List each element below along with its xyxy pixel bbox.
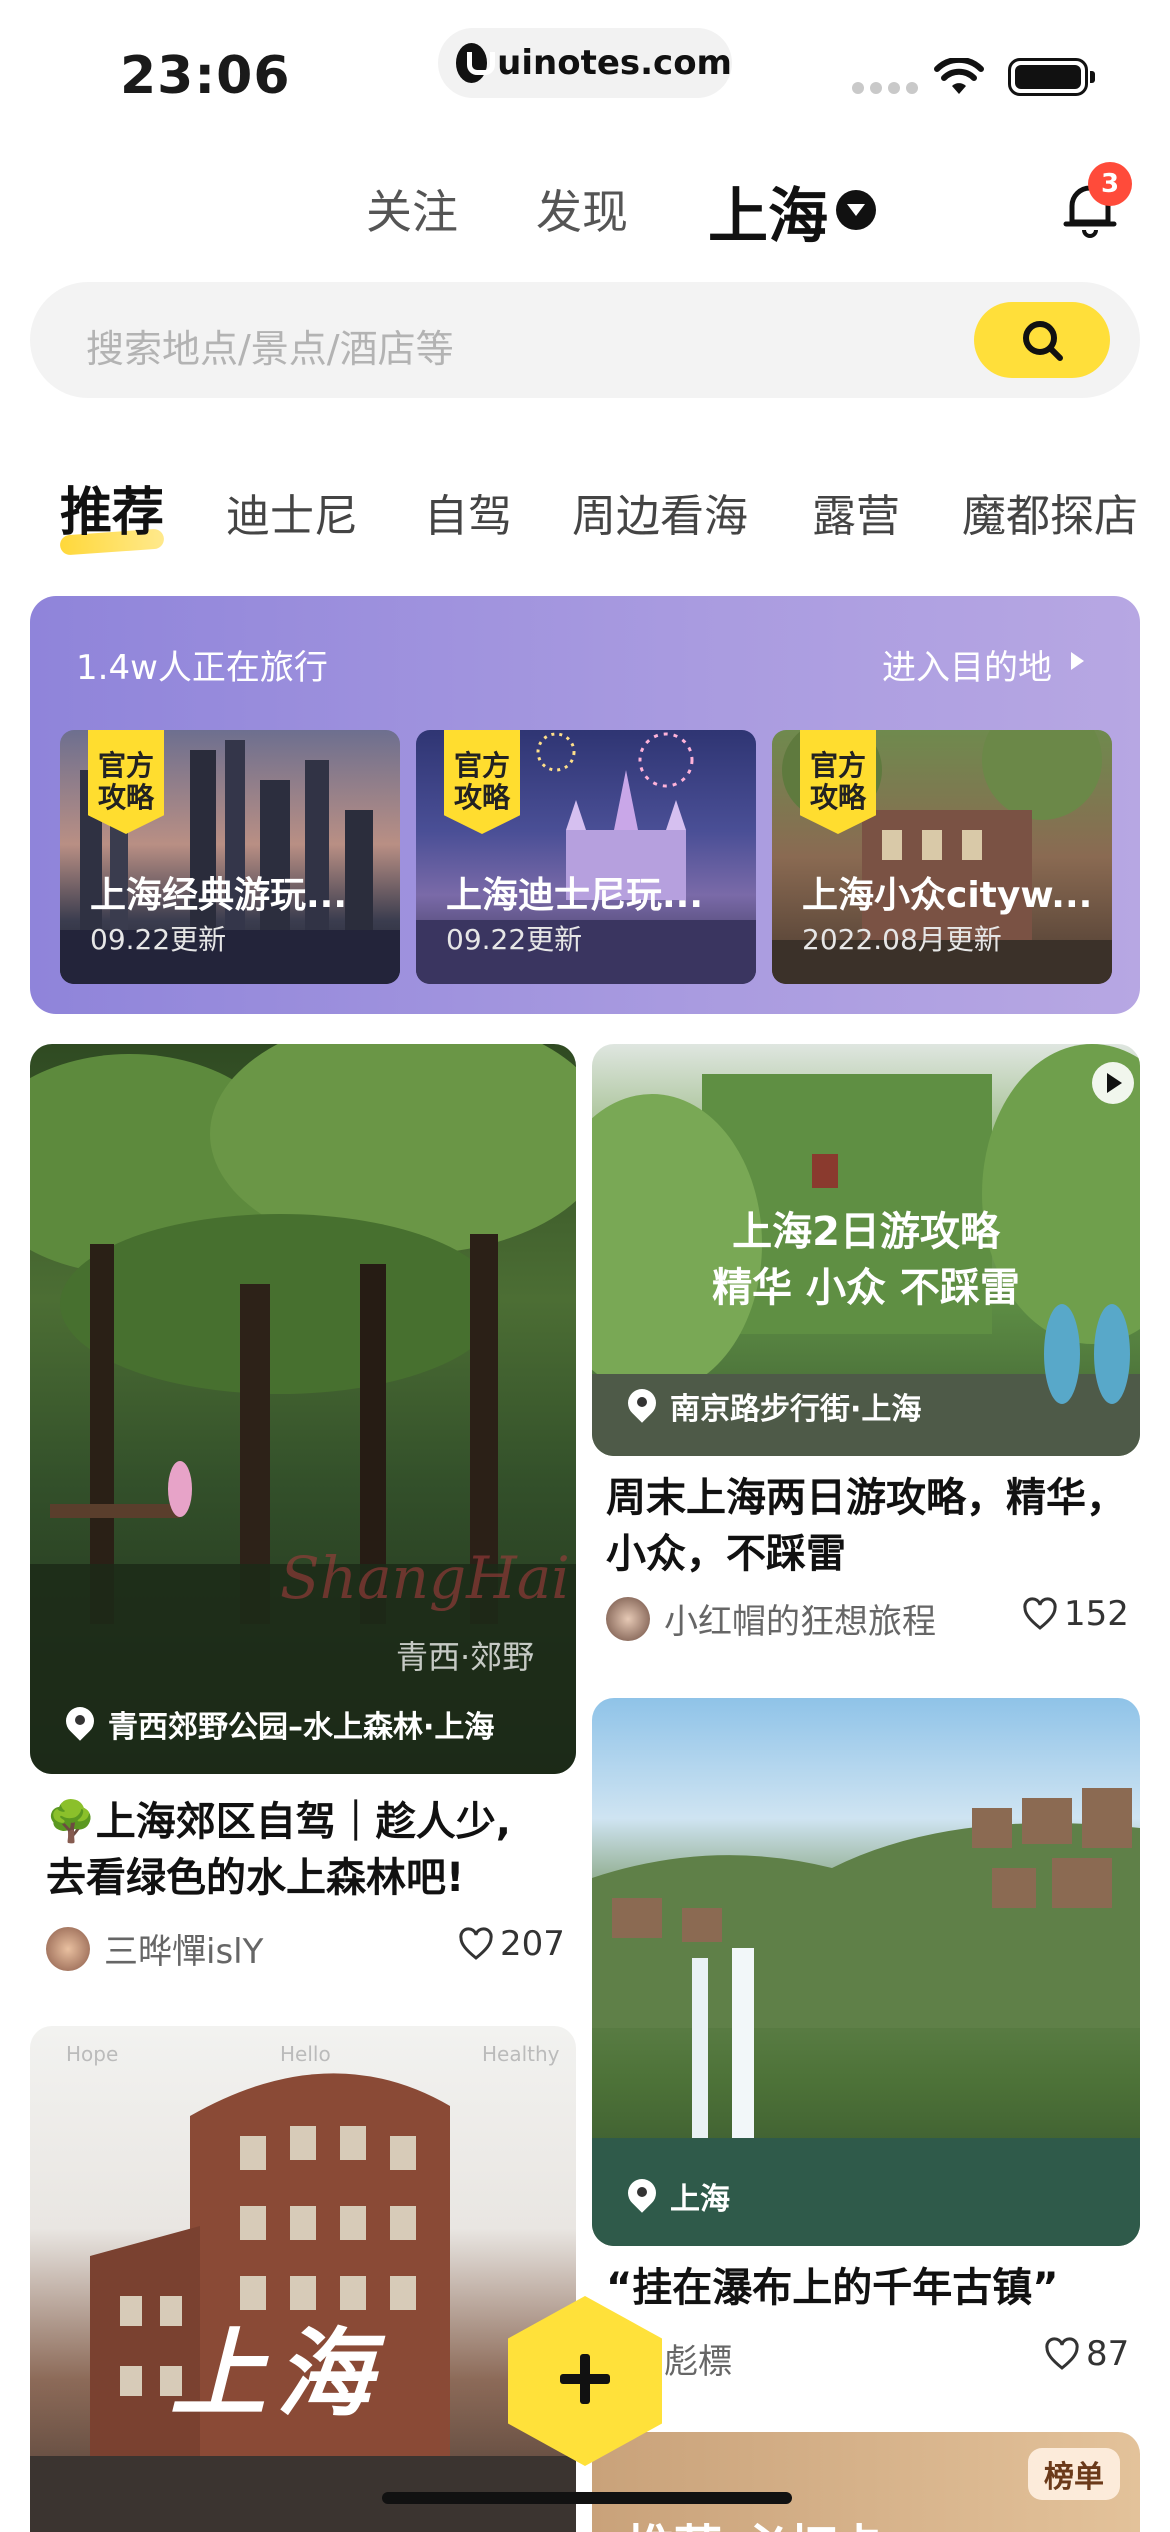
url-pill[interactable]: uinotes.com <box>438 28 732 98</box>
like-button[interactable]: 207 <box>458 1924 565 1964</box>
chevron-right-icon <box>1071 652 1084 670</box>
guide-title: 上海小众cityw... <box>802 875 1092 916</box>
video-play-icon <box>1092 1062 1134 1104</box>
search-icon <box>1023 321 1063 361</box>
status-bar: 23:06 uinotes.com <box>0 0 1170 140</box>
cellular-signal-icon <box>852 82 918 94</box>
post-image[interactable]: ShangHai 青西·郊野 青西郊野公园–水上森林·上海 <box>30 1044 576 1774</box>
category-tab-explore[interactable]: 魔都探店 <box>962 480 1138 544</box>
category-tab-selfdrive[interactable]: 自驾 <box>424 480 512 544</box>
heart-icon <box>459 1927 493 1960</box>
search-button[interactable] <box>974 302 1110 378</box>
location-pin-icon <box>628 2179 656 2213</box>
location-pin-icon <box>628 1389 656 1423</box>
post-image[interactable]: Hope Hello Healthy 上海 <box>30 2026 576 2532</box>
building-image <box>30 2073 576 2532</box>
heart-icon <box>1045 2337 1079 2370</box>
waterfall-town-image <box>592 1788 1140 2246</box>
post-title[interactable]: 🌳上海郊区自驾｜趁人少, 去看绿色的水上森林吧! <box>46 1794 566 1906</box>
official-guide-tag: 官方 攻略 <box>88 730 164 834</box>
city-selector[interactable]: 上海 <box>708 168 828 255</box>
notification-badge: 3 <box>1088 162 1132 206</box>
category-tab-seaside[interactable]: 周边看海 <box>572 480 748 544</box>
like-button[interactable]: 87 <box>1044 2334 1129 2374</box>
post-title[interactable]: “挂在瀑布上的千年古镇” <box>606 2260 1126 2316</box>
category-tab-recommend[interactable]: 推荐 <box>60 470 164 545</box>
tab-follow[interactable]: 关注 <box>366 176 458 242</box>
city-dropdown-icon[interactable] <box>836 190 876 230</box>
travelers-count: 1.4w人正在旅行 <box>76 648 328 688</box>
post-author[interactable]: 三晔憚islY <box>46 1924 263 1973</box>
enter-destination-link[interactable]: 进入目的地 <box>882 640 1052 689</box>
overlay-title: 上海 <box>170 2317 382 2430</box>
like-button[interactable]: 152 <box>1022 1594 1129 1634</box>
home-indicator <box>382 2492 792 2504</box>
guide-card[interactable]: 官方 攻略 上海经典游玩... 09.22更新 <box>60 730 400 984</box>
avatar <box>606 1596 650 1641</box>
corner-text: Hello <box>280 2042 331 2066</box>
site-logo-icon <box>456 43 496 83</box>
guide-title: 上海迪士尼玩... <box>446 875 704 916</box>
plus-icon <box>580 2354 590 2404</box>
post-title[interactable]: 周末上海两日游攻略，精华， 小众，不踩雷 <box>606 1470 1126 1582</box>
category-tab-disney[interactable]: 迪士尼 <box>226 480 358 544</box>
guide-card[interactable]: 官方 攻略 上海迪士尼玩... 09.22更新 <box>416 730 756 984</box>
ranking-badge: 榜单 <box>1028 2448 1120 2500</box>
search-bar[interactable]: 搜索地点/景点/酒店等 <box>30 282 1140 398</box>
location-pin-icon <box>66 1707 94 1741</box>
battery-icon <box>1008 58 1095 96</box>
guide-card[interactable]: 官方 攻略 上海小众cityw... 2022.08月更新 <box>772 730 1112 984</box>
tab-discover[interactable]: 发现 <box>536 176 628 242</box>
guide-updated: 09.22更新 <box>90 923 227 956</box>
guide-updated: 2022.08月更新 <box>802 923 1002 956</box>
avatar <box>46 1926 90 1971</box>
post-image[interactable]: 上海 <box>592 1698 1140 2246</box>
heart-icon <box>1023 1597 1057 1630</box>
official-guide-tag: 官方 攻略 <box>444 730 520 834</box>
url-text: uinotes.com <box>497 43 732 83</box>
overlay-headline: 推荐·必打卡 <box>626 2508 884 2532</box>
post-author[interactable]: 小红帽的狂想旅程 <box>606 1594 936 1643</box>
post-image[interactable]: 上海2日游攻略 精华 小众 不踩雷 南京路步行街·上海 <box>592 1044 1140 1456</box>
official-guide-tag: 官方 攻略 <box>800 730 876 834</box>
status-time: 23:06 <box>120 46 291 106</box>
guide-updated: 09.22更新 <box>446 923 583 956</box>
category-tab-camping[interactable]: 露营 <box>812 480 900 544</box>
overlay-caption: 青西·郊野 <box>396 1638 535 1676</box>
location-tag[interactable]: 南京路步行街·上海 <box>628 1384 921 1428</box>
wifi-icon <box>934 58 984 94</box>
corner-text: Healthy <box>482 2042 560 2066</box>
location-tag[interactable]: 上海 <box>628 2174 730 2218</box>
overlay-headline: 上海2日游攻略 精华 小众 不踩雷 <box>712 1209 1020 1311</box>
post-image[interactable]: 榜单 推荐·必打卡 <box>592 2432 1140 2532</box>
search-placeholder: 搜索地点/景点/酒店等 <box>86 327 454 371</box>
location-tag[interactable]: 青西郊野公园–水上森林·上海 <box>66 1702 494 1746</box>
corner-text: Hope <box>66 2042 119 2066</box>
destination-banner[interactable]: 1.4w人正在旅行 进入目的地 官方 攻略 上海经典游玩... 09.22更新 官… <box>30 596 1140 1014</box>
overlay-script-text: ShangHai <box>280 1544 570 1612</box>
guide-title: 上海经典游玩... <box>90 875 348 916</box>
